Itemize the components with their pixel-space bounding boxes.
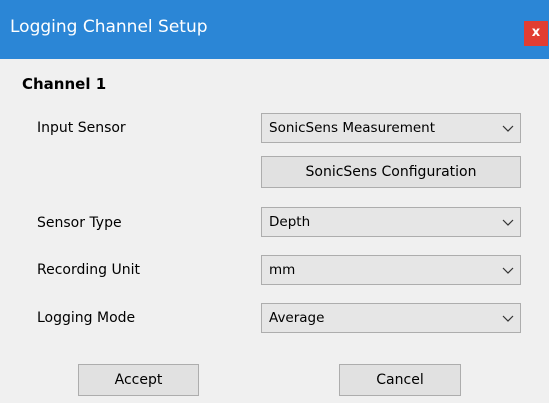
logging-mode-label: Logging Mode <box>37 310 136 326</box>
input-sensor-select[interactable]: SonicSens Measurement <box>261 113 521 143</box>
sonicsens-configuration-button[interactable]: SonicSens Configuration <box>261 156 521 188</box>
recording-unit-label: Recording Unit <box>37 262 140 278</box>
sensor-type-select[interactable]: Depth <box>261 207 521 237</box>
chevron-down-icon <box>502 219 514 226</box>
logging-mode-select[interactable]: Average <box>261 303 521 333</box>
close-button[interactable]: x <box>524 21 548 46</box>
chevron-down-icon <box>502 315 514 322</box>
recording-unit-select[interactable]: mm <box>261 255 521 285</box>
window-title: Logging Channel Setup <box>10 17 208 37</box>
recording-unit-value: mm <box>269 262 296 278</box>
sensor-type-label: Sensor Type <box>37 215 122 231</box>
input-sensor-label: Input Sensor <box>37 120 126 136</box>
title-bar: Logging Channel Setup x <box>0 0 549 59</box>
accept-button[interactable]: Accept <box>78 364 199 396</box>
sensor-type-value: Depth <box>269 214 311 230</box>
chevron-down-icon <box>502 125 514 132</box>
chevron-down-icon <box>502 267 514 274</box>
channel-heading: Channel 1 <box>22 75 107 93</box>
cancel-button[interactable]: Cancel <box>339 364 461 396</box>
input-sensor-value: SonicSens Measurement <box>269 120 435 136</box>
logging-channel-setup-dialog: Logging Channel Setup x Channel 1 Input … <box>0 0 549 403</box>
logging-mode-value: Average <box>269 310 325 326</box>
